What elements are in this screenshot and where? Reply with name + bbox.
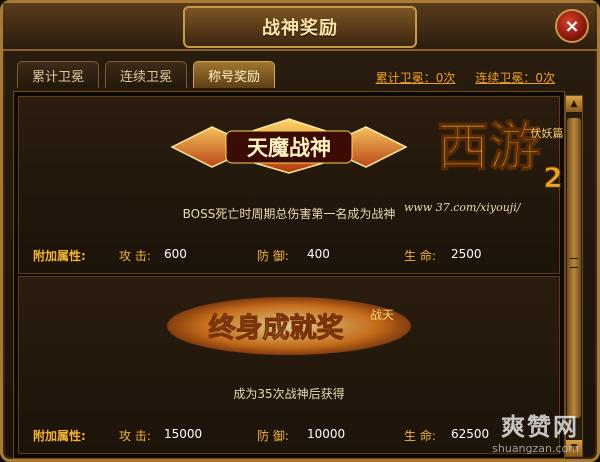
title-banner-image: 终身成就奖 战天	[164, 295, 414, 357]
watermark-main: 爽赞网	[501, 413, 579, 441]
tab-bar: 累计卫冕 连续卫冕 称号奖励	[17, 61, 276, 88]
reward-description: BOSS死亡时周期总伤害第一名成为战神	[182, 207, 396, 221]
cumulative-defense-stat[interactable]: 累计卫冕：0次	[376, 69, 456, 86]
watermark: 爽赞网 shuangzan.com	[492, 407, 579, 455]
reward-card: 终身成就奖 战天 成为35次战神后获得 附加属性: 攻 击: 15000 防 御…	[18, 276, 560, 454]
life-label: 生 命:	[404, 249, 436, 263]
attack-label: 攻 击:	[119, 429, 151, 443]
attribute-label: 附加属性:	[33, 429, 86, 443]
defense-label: 防 御:	[257, 249, 289, 263]
attack-value: 600	[164, 247, 187, 261]
attack-value: 15000	[164, 427, 203, 441]
consecutive-defense-stat[interactable]: 连续卫冕：0次	[475, 69, 555, 86]
tab-title-reward[interactable]: 称号奖励	[193, 61, 276, 88]
tab-consecutive[interactable]: 连续卫冕	[105, 61, 188, 88]
life-label: 生 命:	[404, 429, 436, 443]
attribute-label: 附加属性:	[33, 249, 86, 263]
attribute-row: 附加属性: 攻 击: 15000 防 御: 10000 生 命: 62500	[19, 427, 559, 447]
defense-label: 防 御:	[257, 429, 289, 443]
life-value: 62500	[451, 427, 490, 441]
defense-value: 400	[307, 247, 330, 261]
scrollbar[interactable]: ▲ ▼	[565, 95, 583, 457]
attribute-row: 附加属性: 攻 击: 600 防 御: 400 生 命: 2500	[19, 247, 559, 267]
tab-cumulative[interactable]: 累计卫冕	[17, 61, 100, 88]
logo-number: 2	[543, 161, 562, 194]
life-value: 2500	[451, 247, 482, 261]
logo-sub-text: 伏妖篇	[531, 126, 564, 140]
reward-list: 天魔战神 西游 伏妖篇 2 www 37.com/xiyouji/ BOSS死亡…	[13, 91, 565, 459]
title-banner-image: 天魔战神	[164, 115, 414, 177]
window-title: 战神奖励	[183, 6, 417, 48]
reward-window: 战神奖励 × 累计卫冕 连续卫冕 称号奖励 累计卫冕：0次 连续卫冕：0次 天魔…	[0, 0, 600, 462]
defense-value: 10000	[307, 427, 346, 441]
attack-label: 攻 击:	[119, 249, 151, 263]
logo-main-text: 西游	[437, 117, 541, 178]
close-icon[interactable]: ×	[555, 9, 589, 43]
grip-icon	[570, 258, 578, 268]
scroll-thumb[interactable]	[567, 118, 581, 418]
reward-description: 成为35次战神后获得	[233, 387, 345, 401]
defense-stats: 累计卫冕：0次 连续卫冕：0次	[376, 69, 555, 86]
watermark-sub: shuangzan.com	[492, 442, 579, 455]
banner-badge: 战天	[370, 308, 394, 322]
reward-card: 天魔战神 西游 伏妖篇 2 www 37.com/xiyouji/ BOSS死亡…	[18, 96, 564, 274]
banner-title: 终身成就奖	[209, 312, 344, 344]
title-bar: 战神奖励 ×	[3, 3, 597, 51]
banner-title: 天魔战神	[247, 136, 331, 160]
scroll-up-icon[interactable]: ▲	[566, 96, 582, 112]
